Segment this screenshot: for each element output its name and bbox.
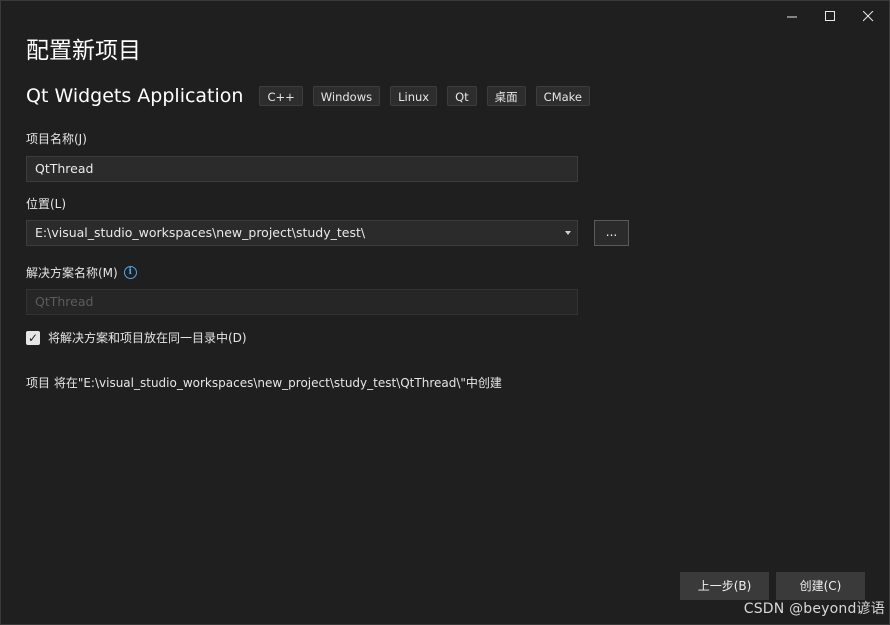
project-name-input[interactable]: QtThread xyxy=(26,156,578,182)
watermark: CSDN @beyond谚语 xyxy=(743,601,885,617)
configure-project-dialog: 配置新项目 Qt Widgets Application C++ Windows… xyxy=(0,0,890,625)
create-button[interactable]: 创建(C) xyxy=(776,572,865,600)
info-icon[interactable]: i xyxy=(123,266,137,279)
template-header: Qt Widgets Application C++ Windows Linux… xyxy=(26,85,600,107)
window-controls xyxy=(773,5,887,27)
close-button[interactable] xyxy=(849,5,887,27)
minimize-icon xyxy=(786,16,797,17)
project-name-label: 项目名称(J) xyxy=(26,132,87,146)
page-title: 配置新项目 xyxy=(26,38,141,64)
minimize-button[interactable] xyxy=(773,5,811,27)
location-label: 位置(L) xyxy=(26,197,67,211)
checkmark-icon: ✓ xyxy=(27,330,39,345)
location-combobox[interactable]: E:\visual_studio_workspaces\new_project\… xyxy=(26,220,578,246)
browse-button[interactable]: ... xyxy=(594,220,629,246)
tag-desktop: 桌面 xyxy=(486,86,526,106)
chevron-down-icon[interactable] xyxy=(565,231,571,235)
creation-path-summary: 项目 将在"E:\visual_studio_workspaces\new_pr… xyxy=(26,376,502,390)
close-icon xyxy=(862,10,873,21)
same-directory-checkbox[interactable]: ✓ xyxy=(26,330,40,345)
solution-name-input: QtThread xyxy=(26,289,578,315)
same-directory-label: 将解决方案和项目放在同一目录中(D) xyxy=(48,331,247,345)
solution-name-label: 解决方案名称(M) i xyxy=(26,264,137,281)
template-name: Qt Widgets Application xyxy=(26,85,244,107)
tag-qt: Qt xyxy=(447,86,477,106)
tag-cmake: CMake xyxy=(535,86,590,106)
maximize-icon xyxy=(824,10,835,21)
tag-linux: Linux xyxy=(390,86,438,106)
solution-name-label-text: 解决方案名称(M) xyxy=(26,266,118,280)
back-button[interactable]: 上一步(B) xyxy=(680,572,769,600)
same-directory-option[interactable]: ✓ 将解决方案和项目放在同一目录中(D) xyxy=(26,329,247,346)
tag-cpp: C++ xyxy=(259,86,303,106)
location-value: E:\visual_studio_workspaces\new_project\… xyxy=(35,225,366,240)
maximize-button[interactable] xyxy=(811,5,849,27)
tag-windows: Windows xyxy=(312,86,381,106)
